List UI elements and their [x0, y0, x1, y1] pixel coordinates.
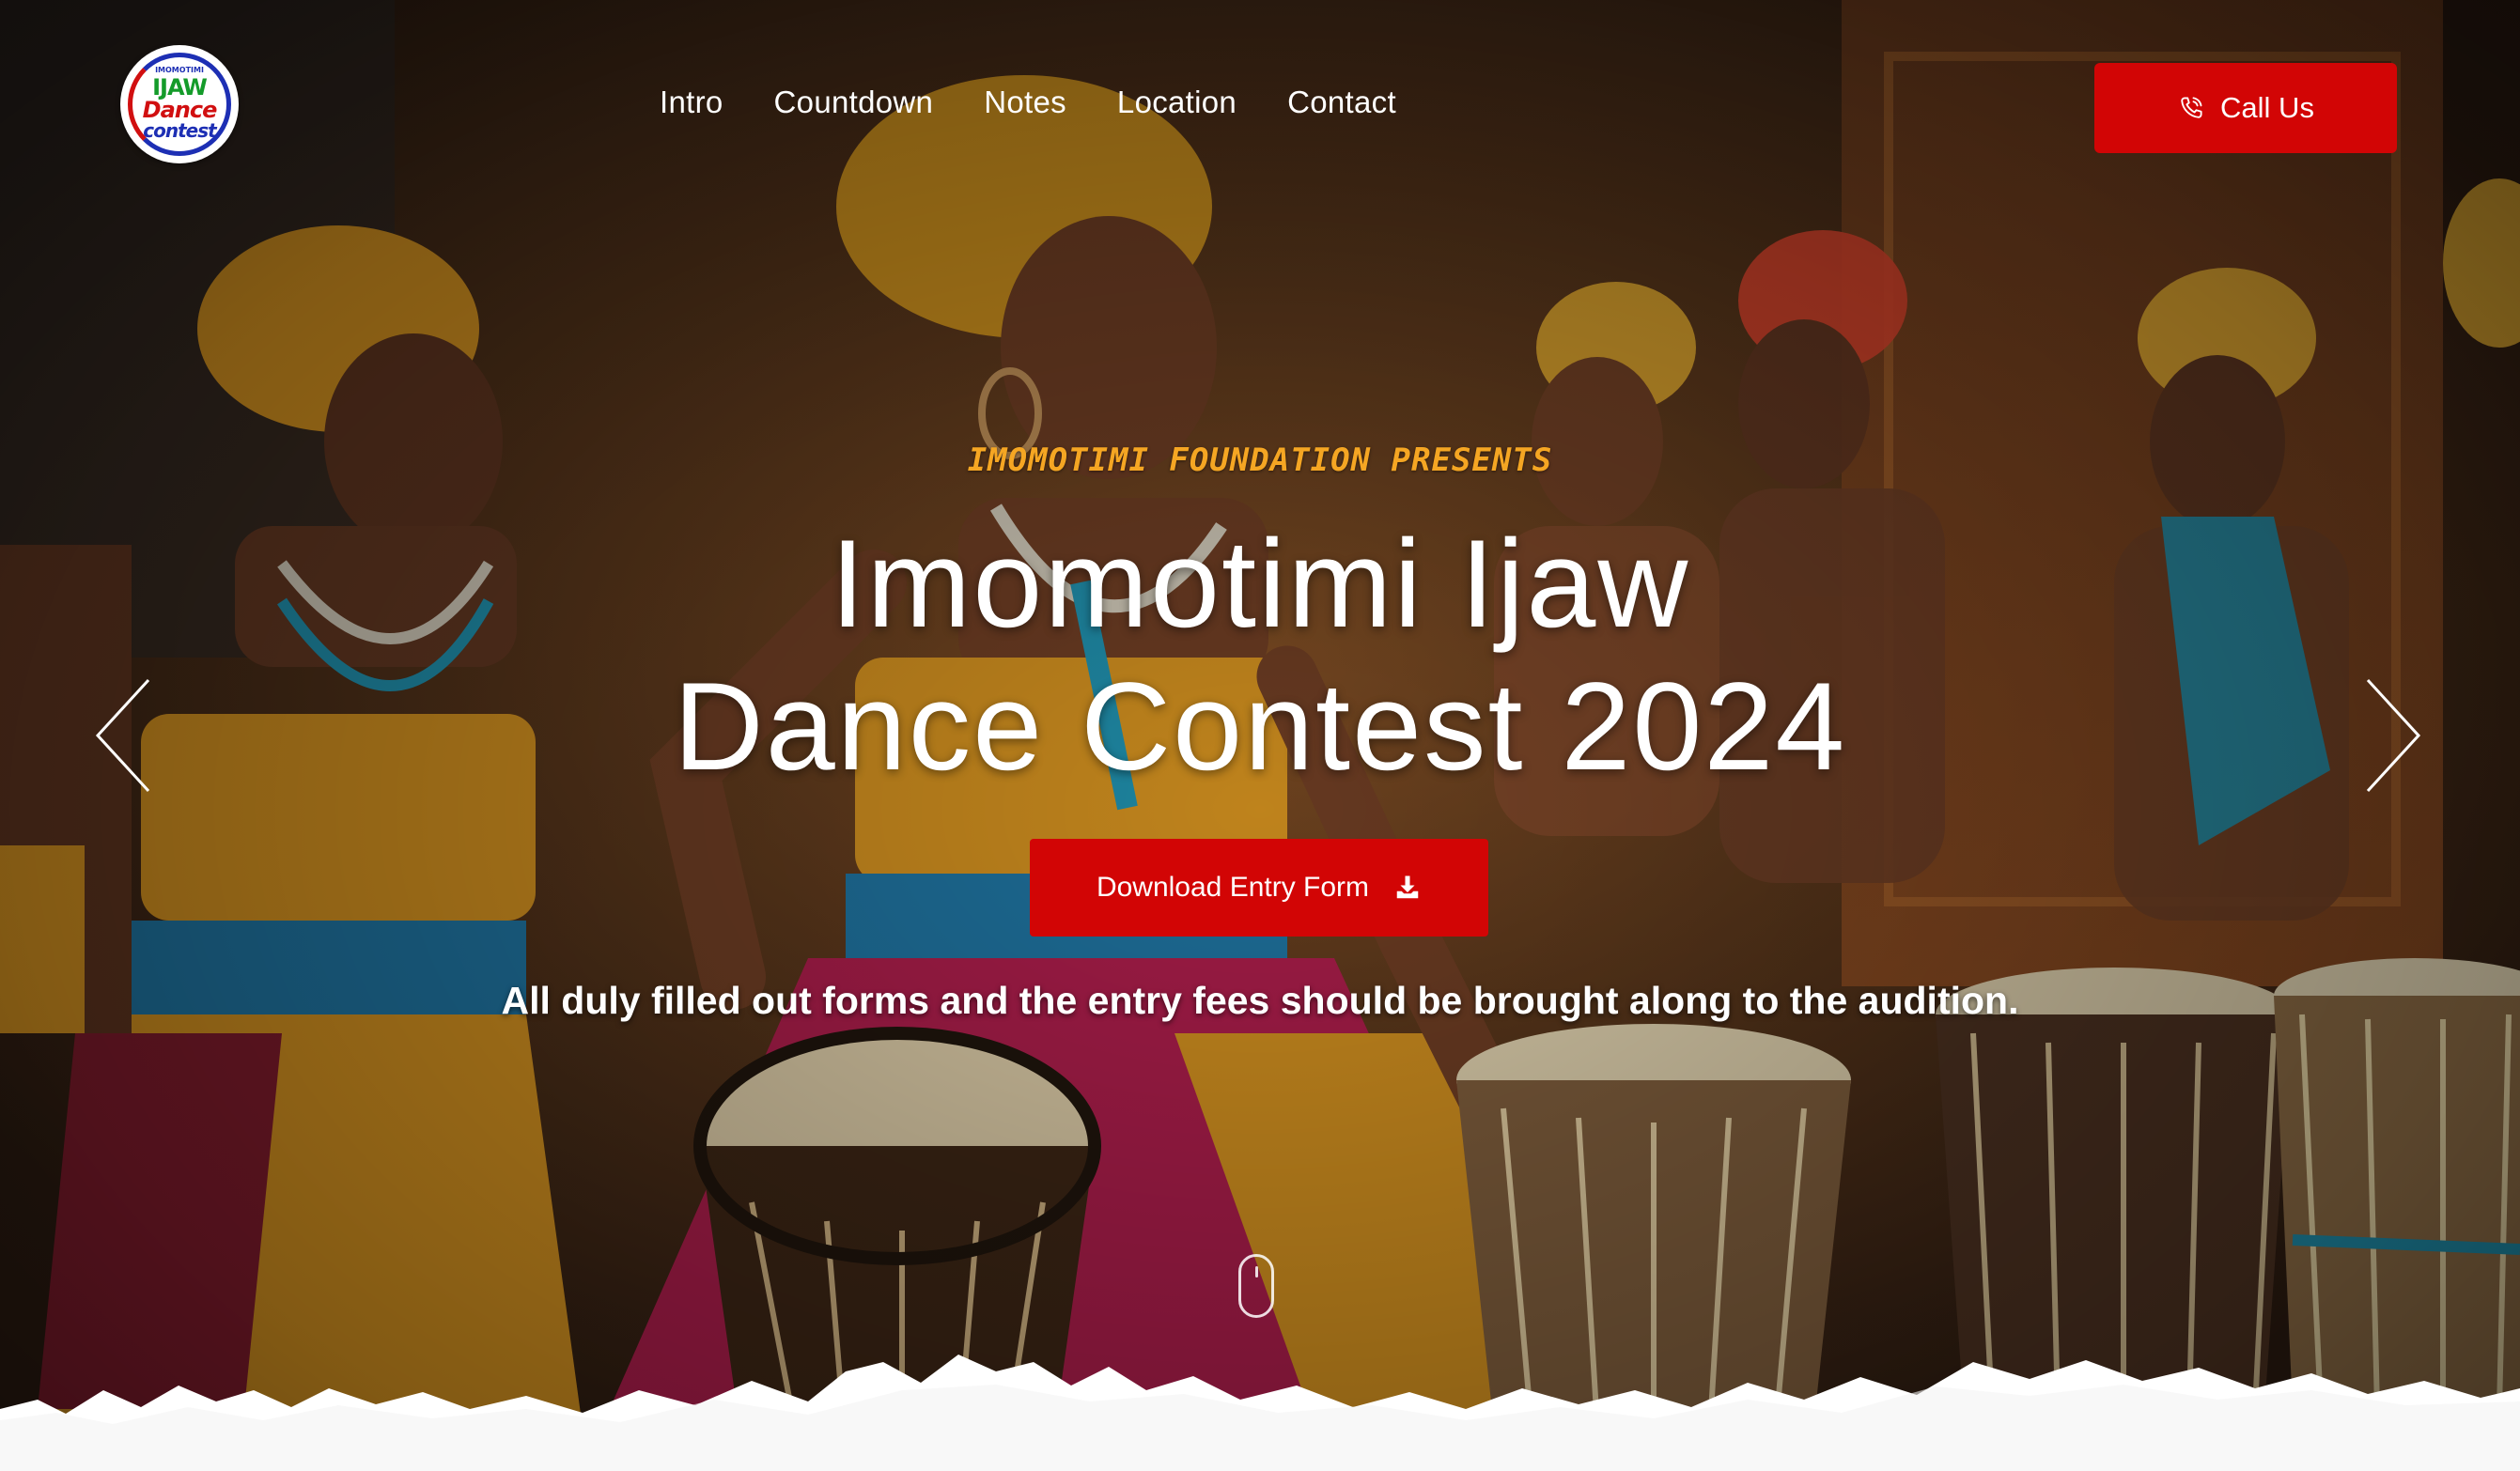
phone-icon	[2181, 97, 2202, 118]
main-nav: Intro Countdown Notes Location Contact	[660, 85, 1396, 120]
hero-title-line1: Imomotimi Ijaw	[830, 515, 1690, 654]
hero-title-line2: Dance Contest 2024	[673, 658, 1847, 797]
download-icon	[1396, 875, 1419, 899]
site-logo[interactable]: IMOMOTIMI IJAW Dance contest	[120, 45, 239, 163]
hero-kicker: IMOMOTIMI FOUNDATION PRESENTS	[967, 441, 1553, 479]
scroll-down-mouse-icon[interactable]	[1238, 1254, 1274, 1318]
nav-item-countdown[interactable]: Countdown	[774, 85, 934, 120]
logo-text-line1: IMOMOTIMI	[155, 66, 204, 74]
hero-title: Imomotimi Ijaw Dance Contest 2024	[0, 513, 2520, 798]
call-us-label: Call Us	[2220, 91, 2314, 124]
download-entry-form-label: Download Entry Form	[1096, 872, 1370, 903]
chevron-right-icon[interactable]	[2360, 674, 2426, 797]
nav-item-location[interactable]: Location	[1117, 85, 1237, 120]
call-us-button[interactable]: Call Us	[2094, 63, 2397, 153]
torn-paper-divider	[0, 1355, 2520, 1471]
nav-item-notes[interactable]: Notes	[984, 85, 1066, 120]
chevron-left-icon[interactable]	[90, 674, 156, 797]
nav-item-contact[interactable]: Contact	[1287, 85, 1396, 120]
logo-text-line4: contest	[143, 119, 216, 142]
hero-note: All duly filled out forms and the entry …	[501, 979, 2019, 1022]
download-entry-form-button[interactable]: Download Entry Form	[1030, 839, 1488, 937]
nav-item-intro[interactable]: Intro	[660, 85, 723, 120]
